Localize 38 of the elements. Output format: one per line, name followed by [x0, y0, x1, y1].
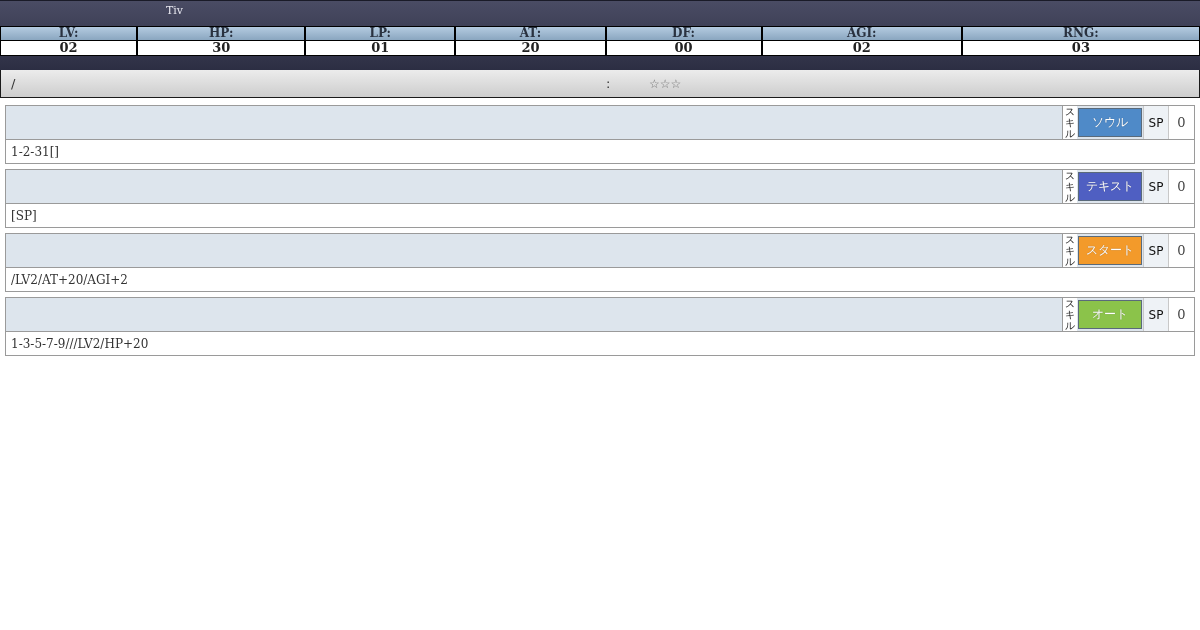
stat-label: HP:: [138, 27, 305, 41]
sp-value: 0: [1168, 106, 1194, 139]
stat-value: 02: [1, 41, 137, 55]
skill-type-tag: スタート: [1078, 236, 1142, 265]
stat-value: 30: [138, 41, 305, 55]
stat-label: DF:: [606, 27, 761, 41]
sp-label: SP: [1143, 298, 1168, 331]
sp-value: 0: [1168, 234, 1194, 267]
info-text: /: [11, 76, 16, 91]
skill-tag: スキル: [1062, 106, 1077, 139]
stat-value: 20: [456, 41, 605, 55]
skill-description: [SP]: [11, 208, 37, 223]
sp-label: SP: [1143, 170, 1168, 203]
stat-value: 03: [962, 41, 1199, 55]
skill-type-tag: ソウル: [1078, 108, 1142, 137]
skill-type-tag: テキスト: [1078, 172, 1142, 201]
stat-value: 00: [606, 41, 761, 55]
stat-label: AT:: [456, 27, 605, 41]
sp-label: SP: [1143, 106, 1168, 139]
sp-label: SP: [1143, 234, 1168, 267]
skill-description: 1-2-31[]: [11, 144, 59, 159]
skill-tag: スキル: [1062, 234, 1077, 267]
stat-label: AGI:: [762, 27, 961, 41]
rarity-stars: ☆☆☆: [649, 76, 682, 91]
sp-value: 0: [1168, 298, 1194, 331]
skill-type-tag: オート: [1078, 300, 1142, 329]
stat-label: RNG:: [962, 27, 1199, 41]
skill-tag: スキル: [1062, 170, 1077, 203]
skill-description: /LV2/AT+20/AGI+2: [11, 272, 128, 287]
sp-value: 0: [1168, 170, 1194, 203]
character-name: Tiv: [166, 4, 184, 17]
stat-label: LV:: [1, 27, 137, 41]
stat-value: 01: [306, 41, 455, 55]
skill-description: 1-3-5-7-9///LV2/HP+20: [11, 336, 149, 351]
stat-label: LP:: [306, 27, 455, 41]
info-separator: :: [606, 76, 611, 91]
stat-value: 02: [762, 41, 961, 55]
skill-tag: スキル: [1062, 298, 1077, 331]
